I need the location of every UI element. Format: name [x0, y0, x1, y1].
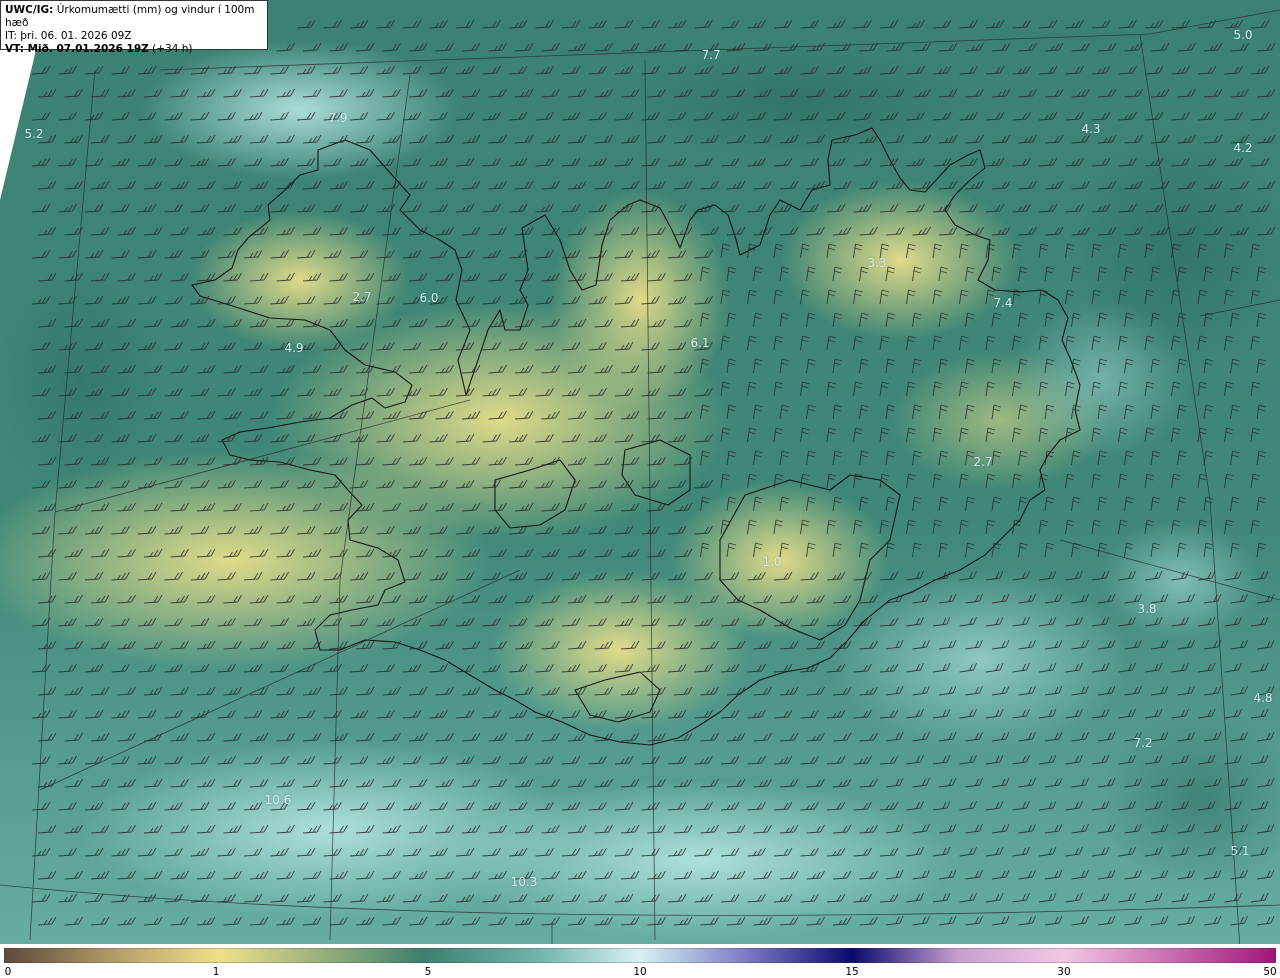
colorbar-tick-label: 10 — [633, 966, 647, 978]
map-value-label: 10.3 — [510, 875, 538, 889]
map-value-label: 4.9 — [284, 341, 304, 355]
title-line: UWC/IG: Úrkomumætti (mm) og vindur í 100… — [5, 4, 263, 30]
map-value-label: 7.7 — [701, 48, 721, 62]
colorbar-tick-label: 50 — [1263, 966, 1277, 978]
map-value-label: 4.2 — [1233, 141, 1253, 155]
colorbar-tick-label: 0 — [4, 966, 12, 978]
valid-time: VT: Mið. 07.01.2026 19Z — [5, 43, 149, 55]
map-value-label: 6.0 — [419, 291, 439, 305]
map-value-label: 1.0 — [762, 555, 782, 569]
map-value-label: 2.7 — [352, 290, 372, 304]
colorbar-tick-label: 1 — [212, 966, 220, 978]
valid-time-line: VT: Mið. 07.01.2026 19Z (+34 h) — [5, 43, 263, 56]
colorbar-tick-label: 5 — [424, 966, 432, 978]
map-value-label: 5.2 — [24, 127, 44, 141]
colorbar-tick-label: 15 — [845, 966, 859, 978]
map-value-label: 3.3 — [867, 256, 887, 270]
map-viewport: 7.7 5.0 7.9 5.2 4.3 4.2 3.3 2.7 6.0 7.4 6.1 4.9 2.7 1… — [0, 0, 1280, 978]
map-value-label: 7.4 — [993, 296, 1013, 310]
precipitation-map — [0, 0, 1280, 948]
map-value-label: 4.3 — [1081, 122, 1101, 136]
map-value-label: 10.6 — [264, 793, 292, 807]
map-value-label: 7.2 — [1133, 736, 1153, 750]
model-code: UWC/IG: — [5, 4, 54, 16]
map-value-label: 4.8 — [1253, 691, 1273, 705]
map-value-label: 7.9 — [328, 111, 348, 125]
colorbar-tick-label: 30 — [1057, 966, 1071, 978]
initial-time: IT: þri. 06. 01. 2026 09Z — [5, 30, 132, 42]
colorbar-gradient — [4, 948, 1276, 963]
map-value-label: 6.1 — [690, 336, 710, 350]
map-value-label: 2.7 — [973, 455, 993, 469]
map-value-label: 5.0 — [1233, 28, 1253, 42]
info-box: UWC/IG: Úrkomumætti (mm) og vindur í 100… — [0, 0, 268, 55]
lead-time: (+34 h) — [152, 43, 193, 55]
map-value-label: 5.1 — [1230, 844, 1250, 858]
colorbar: 0 1 5 10 15 30 50 — [0, 948, 1280, 978]
map-value-label: 3.8 — [1137, 602, 1157, 616]
